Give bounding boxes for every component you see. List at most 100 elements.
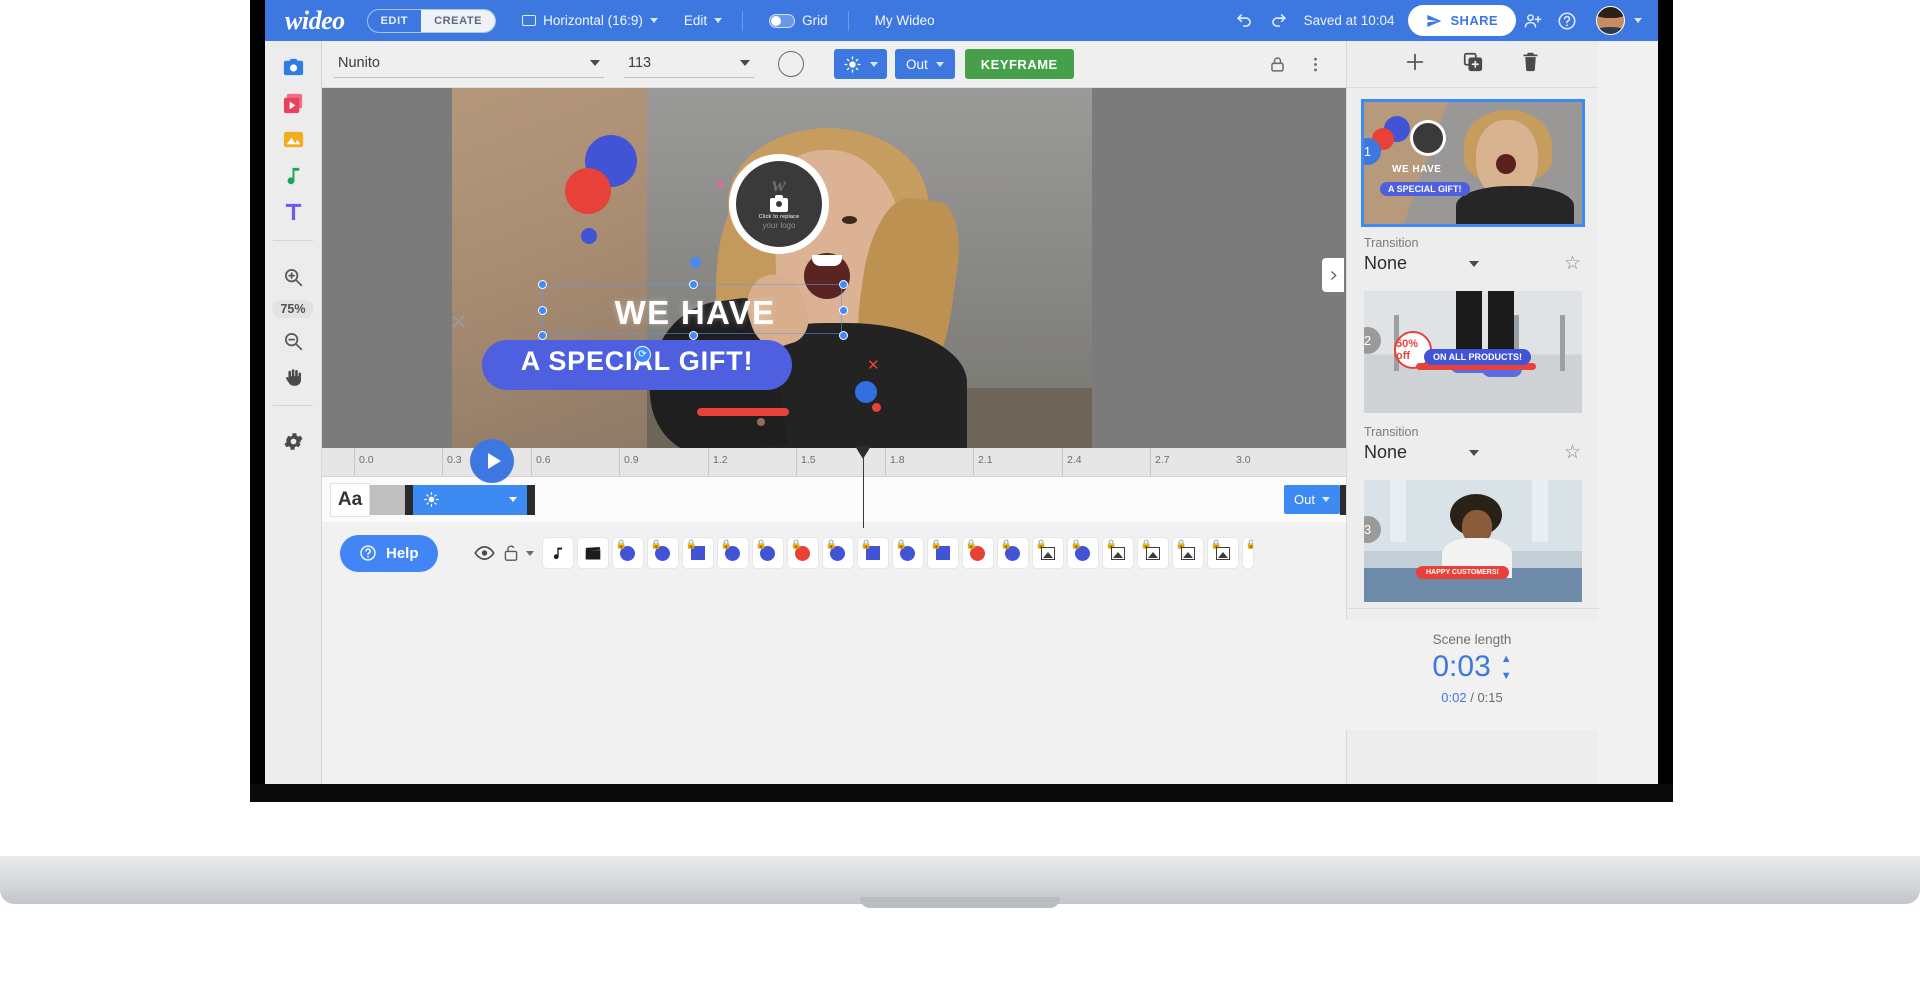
layer-chip[interactable]: 🔒: [717, 538, 748, 568]
text-color-swatch[interactable]: [778, 51, 804, 77]
clip-direction-tag[interactable]: Out: [1284, 485, 1340, 514]
layer-chip[interactable]: 🔒: [997, 538, 1028, 568]
layer-chip[interactable]: 🔒: [962, 538, 993, 568]
layer-chip[interactable]: 🔒: [857, 538, 888, 568]
mode-toggle-group[interactable]: EDIT CREATE: [366, 8, 497, 33]
chevron-down-icon[interactable]: [525, 550, 534, 556]
text-tool[interactable]: [273, 195, 313, 228]
gear-icon[interactable]: [273, 425, 313, 458]
video-tool[interactable]: [273, 87, 313, 120]
font-family-select[interactable]: Nunito: [334, 51, 604, 78]
chevron-down-icon[interactable]: [509, 496, 517, 502]
layer-chip-partial[interactable]: 🔒: [1242, 538, 1253, 568]
duplicate-icon[interactable]: [1462, 51, 1484, 78]
image-tool[interactable]: [273, 51, 313, 84]
mode-edit-button[interactable]: EDIT: [368, 10, 421, 32]
zoom-out-icon[interactable]: [273, 324, 313, 357]
next-scene-arrow[interactable]: [1322, 258, 1344, 292]
layer-chip[interactable]: 🔒: [752, 538, 783, 568]
zoom-in-icon[interactable]: [273, 260, 313, 293]
layer-chip[interactable]: 🔒: [1172, 538, 1203, 568]
unlock-icon[interactable]: [501, 544, 521, 562]
chevron-up-icon[interactable]: ▲: [1501, 653, 1512, 665]
redo-icon[interactable]: [1262, 4, 1296, 38]
layer-chip[interactable]: 🔒: [927, 538, 958, 568]
more-vertical-icon[interactable]: [1298, 47, 1332, 81]
wideo-logo[interactable]: wideo: [285, 6, 345, 36]
chevron-down-icon[interactable]: ▼: [1501, 670, 1512, 682]
layer-chip-video[interactable]: [577, 538, 608, 568]
grid-toggle[interactable]: Grid: [769, 13, 828, 28]
chevron-down-icon[interactable]: [1469, 260, 1480, 267]
scene-card[interactable]: WE HAVE A SPECIAL GIFT! 1 Transition Non…: [1347, 88, 1598, 275]
layer-chip-audio[interactable]: [542, 538, 573, 568]
help-button[interactable]: Help: [340, 534, 438, 572]
clip-handle-left[interactable]: [405, 484, 413, 515]
edit-menu[interactable]: Edit: [684, 13, 723, 28]
keyframe-button[interactable]: KEYFRAME: [964, 49, 1074, 79]
logo-placeholder[interactable]: w Click to replace your logo: [729, 154, 829, 254]
track-type-badge[interactable]: Aa: [330, 482, 370, 517]
mode-create-button[interactable]: CREATE: [421, 9, 496, 32]
chevron-down-icon[interactable]: [1469, 449, 1480, 456]
layer-chip[interactable]: 🔒: [682, 538, 713, 568]
layer-strip[interactable]: 🔒 🔒 🔒 🔒 🔒 🔒 🔒 🔒 🔒 🔒 🔒 🔒 🔒 🔒 🔒 🔒 🔒 🔒 🔒: [474, 538, 1253, 568]
scene-thumbnail[interactable]: 50% off ON ALL PRODUCTS! 2: [1364, 291, 1582, 413]
resize-handle-ml[interactable]: [538, 306, 547, 315]
lock-icon[interactable]: [1260, 47, 1294, 81]
audio-tool[interactable]: [273, 159, 313, 192]
toggle-switch[interactable]: [769, 13, 796, 28]
transition-row[interactable]: None ☆: [1364, 252, 1581, 275]
scene-thumbnail[interactable]: HAPPY CUSTOMERS! 3: [1364, 480, 1582, 602]
layer-chip[interactable]: 🔒: [1067, 538, 1098, 568]
animation-select[interactable]: [834, 49, 887, 79]
star-outline-icon[interactable]: ☆: [1564, 252, 1581, 275]
resize-handle-bl[interactable]: [538, 331, 547, 340]
canvas-stage[interactable]: ✦ ✕ w Click to replace your logo WE HAVE…: [322, 88, 1346, 448]
format-selector[interactable]: Horizontal (16:9): [522, 13, 658, 28]
layer-chip[interactable]: 🔒: [892, 538, 923, 568]
font-size-select[interactable]: 113: [624, 51, 754, 78]
scene-card[interactable]: HAPPY CUSTOMERS! 3: [1347, 464, 1598, 602]
avatar-chevron-down-icon[interactable]: [1634, 18, 1642, 23]
resize-handle-tr[interactable]: [839, 280, 848, 289]
layer-chip[interactable]: 🔒: [647, 538, 678, 568]
share-button[interactable]: SHARE: [1408, 5, 1516, 36]
resize-handle-br[interactable]: [839, 331, 848, 340]
layer-chip[interactable]: 🔒: [822, 538, 853, 568]
transition-row[interactable]: None ☆: [1364, 441, 1581, 464]
undo-icon[interactable]: [1228, 4, 1262, 38]
layer-chip[interactable]: 🔒: [787, 538, 818, 568]
selection-box[interactable]: [538, 280, 848, 340]
avatar[interactable]: [1596, 6, 1625, 35]
hand-pan-icon[interactable]: [273, 360, 313, 393]
play-button[interactable]: [470, 439, 514, 483]
layer-chip[interactable]: 🔒: [1137, 538, 1168, 568]
scene-length-stepper[interactable]: ▲ ▼: [1501, 653, 1512, 682]
artboard[interactable]: ✦ ✕ w Click to replace your logo WE HAVE…: [452, 88, 1092, 448]
layer-chip[interactable]: 🔒: [1032, 538, 1063, 568]
rotate-handle[interactable]: ⟳: [634, 346, 651, 363]
layer-chip[interactable]: 🔒: [1102, 538, 1133, 568]
layer-chip[interactable]: 🔒: [612, 538, 643, 568]
resize-handle-tl[interactable]: [538, 280, 547, 289]
add-user-icon[interactable]: [1516, 4, 1550, 38]
layer-chip[interactable]: 🔒: [1207, 538, 1238, 568]
trash-icon[interactable]: [1520, 51, 1541, 77]
resize-handle-mr[interactable]: [839, 306, 848, 315]
help-icon[interactable]: [1550, 4, 1584, 38]
clip-handle-right[interactable]: [527, 484, 535, 515]
gallery-tool[interactable]: [273, 123, 313, 156]
scene-card[interactable]: 50% off ON ALL PRODUCTS! 2 Transition No…: [1347, 275, 1598, 464]
zoom-level[interactable]: 75%: [272, 300, 314, 318]
scene-length-value[interactable]: 0:03: [1432, 650, 1490, 684]
delete-marker-icon[interactable]: ✕: [452, 310, 468, 335]
animation-direction-select[interactable]: Out: [895, 49, 955, 79]
eye-icon[interactable]: [474, 545, 496, 561]
resize-handle-bc[interactable]: [689, 331, 698, 340]
star-outline-icon[interactable]: ☆: [1564, 441, 1581, 464]
project-title[interactable]: My Wideo: [875, 13, 935, 28]
resize-handle-tc[interactable]: [689, 280, 698, 289]
plus-icon[interactable]: [1404, 51, 1426, 78]
timeline-clip[interactable]: [405, 484, 535, 515]
